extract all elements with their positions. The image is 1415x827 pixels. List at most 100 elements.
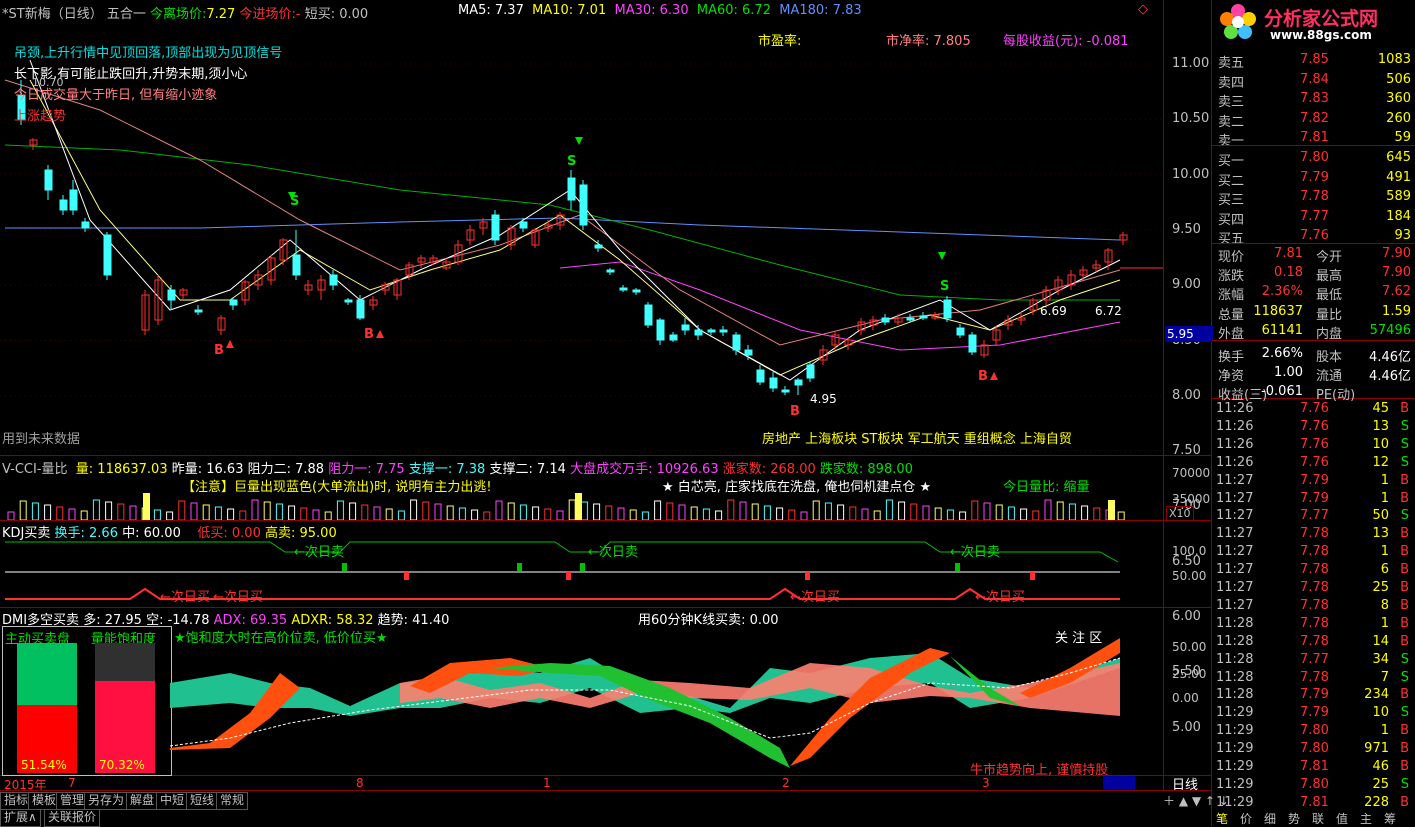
tick-row[interactable]: 11:28 7.79 234 B xyxy=(1212,687,1415,705)
vcci-label: V-CCI-量比 xyxy=(2,462,68,477)
order-book-row: 买四 7.77 184 xyxy=(1212,209,1415,228)
tick-row[interactable]: 11:29 7.80 1 B xyxy=(1212,723,1415,741)
tick-row[interactable]: 11:28 7.78 7 S xyxy=(1212,670,1415,688)
vol-scale-x10[interactable]: X10 xyxy=(1166,506,1194,521)
tick-direction: S xyxy=(1400,418,1409,434)
candle xyxy=(619,287,628,291)
tick-row[interactable]: 11:28 7.78 14 B xyxy=(1212,634,1415,652)
panel-tab-2[interactable]: 细 xyxy=(1264,810,1276,827)
volume-bar xyxy=(105,501,113,520)
signal-arrow xyxy=(938,252,946,260)
signal-marker: S xyxy=(940,279,949,294)
tab-4[interactable]: 解盘 xyxy=(126,792,159,810)
logo-name: 分析家公式网 xyxy=(1264,8,1379,30)
active-pct: 51.54% xyxy=(21,758,67,772)
tick-row[interactable]: 11:27 7.78 25 B xyxy=(1212,580,1415,598)
panel-tab-4[interactable]: 联 xyxy=(1312,810,1324,827)
current-price-tag: 5.95 xyxy=(1165,326,1213,342)
tick-row[interactable]: 11:26 7.76 13 S xyxy=(1212,419,1415,437)
volume-bar xyxy=(946,509,954,520)
tick-time: 11:29 xyxy=(1216,759,1254,774)
volume-bar xyxy=(556,510,564,520)
order-level: 买三 xyxy=(1218,193,1245,208)
tick-row[interactable]: 11:26 7.76 12 S xyxy=(1212,455,1415,473)
panel-tab-6[interactable]: 主 xyxy=(1360,810,1372,827)
tick-row[interactable]: 11:26 7.76 45 B xyxy=(1212,401,1415,419)
tick-row[interactable]: 11:28 7.77 34 S xyxy=(1212,652,1415,670)
volume-bar xyxy=(434,503,442,520)
price-axis-label: 9.00 xyxy=(1172,277,1201,293)
candle xyxy=(756,369,765,383)
tick-row[interactable]: 11:29 7.80 25 S xyxy=(1212,777,1415,795)
tick-row[interactable]: 11:27 7.79 1 B xyxy=(1212,491,1415,509)
tab-5[interactable]: 中短 xyxy=(156,792,189,810)
panel-tab-0[interactable]: 笔 xyxy=(1216,810,1228,827)
tick-row[interactable]: 11:29 7.79 10 S xyxy=(1212,705,1415,723)
note-trend: 上涨趋势 xyxy=(14,109,67,124)
volume-bar xyxy=(1020,508,1028,520)
kdj-buy-label: ←次日买 xyxy=(213,590,263,605)
stat-value: 7.90 xyxy=(1382,246,1411,261)
tick-row[interactable]: 11:28 7.78 1 B xyxy=(1212,616,1415,634)
stat-label: 最低 xyxy=(1316,288,1343,304)
tab-6[interactable]: 短线 xyxy=(186,792,219,810)
order-volume: 59 xyxy=(1394,130,1411,145)
candle xyxy=(229,299,238,306)
candle xyxy=(656,319,665,341)
candle xyxy=(356,299,365,319)
candle xyxy=(491,214,500,241)
order-price: 7.78 xyxy=(1300,189,1329,204)
candle xyxy=(681,324,690,331)
panel-tab-3[interactable]: 势 xyxy=(1288,810,1300,827)
tick-row[interactable]: 11:27 7.78 13 B xyxy=(1212,526,1415,544)
tick-row[interactable]: 11:29 7.80 971 B xyxy=(1212,741,1415,759)
panel-tab-7[interactable]: 筹 xyxy=(1384,810,1396,827)
volume-bar xyxy=(117,503,125,520)
volume-bar xyxy=(873,510,881,520)
tab-7[interactable]: 常规 xyxy=(216,792,249,810)
volume-bar xyxy=(312,509,320,520)
volume-bar xyxy=(288,505,296,520)
tick-row[interactable]: 11:27 7.78 8 B xyxy=(1212,598,1415,616)
tick-direction: S xyxy=(1400,454,1409,470)
tick-direction: B xyxy=(1400,401,1409,416)
tick-direction: B xyxy=(1400,615,1409,631)
tab-3[interactable]: 另存为 xyxy=(84,792,129,810)
tick-volume: 46 xyxy=(1372,759,1389,774)
candle xyxy=(167,289,176,301)
kdj-marker xyxy=(580,563,585,571)
volume-bar xyxy=(7,511,15,520)
tick-volume: 1 xyxy=(1380,544,1389,560)
tick-direction: B xyxy=(1400,633,1409,649)
tick-row[interactable]: 11:27 7.78 6 B xyxy=(1212,562,1415,580)
stat-label: 流通 xyxy=(1316,369,1343,385)
tick-row[interactable]: 11:27 7.79 1 B xyxy=(1212,473,1415,491)
tick-time: 11:28 xyxy=(1216,633,1254,649)
period-label[interactable]: 日线 xyxy=(1172,774,1198,793)
volume-bar xyxy=(385,508,393,520)
tick-row[interactable]: 11:29 7.81 46 B xyxy=(1212,759,1415,777)
signal-arrow xyxy=(575,137,583,145)
stat-value: 4.46亿 xyxy=(1369,350,1411,365)
tick-volume: 6 xyxy=(1380,562,1389,578)
tick-row[interactable]: 11:26 7.76 10 S xyxy=(1212,437,1415,455)
signal-arrow xyxy=(376,330,384,338)
order-volume: 1083 xyxy=(1377,52,1411,67)
volume-bar xyxy=(910,503,918,520)
vol-axis-2: 35000 xyxy=(1172,492,1211,506)
panel-tab-1[interactable]: 价 xyxy=(1240,810,1252,827)
volume-bar xyxy=(336,500,344,520)
tick-row[interactable]: 11:27 7.77 50 S xyxy=(1212,508,1415,526)
tick-row[interactable]: 11:27 7.78 1 B xyxy=(1212,544,1415,562)
volume-bar xyxy=(1032,510,1040,520)
panel-tab-5[interactable]: 值 xyxy=(1336,810,1348,827)
scroll-thumb[interactable] xyxy=(1103,776,1135,789)
order-volume: 506 xyxy=(1386,71,1411,87)
volume-bar xyxy=(617,507,625,520)
tick-time: 11:28 xyxy=(1216,615,1254,631)
tick-volume: 971 xyxy=(1364,741,1389,757)
volume-bar xyxy=(1093,507,1101,520)
price-axis-label: 7.50 xyxy=(1172,443,1201,459)
tab-related-quotes[interactable]: 关联报价 xyxy=(44,809,101,827)
tab-expand[interactable]: 扩展∧ xyxy=(0,809,41,827)
